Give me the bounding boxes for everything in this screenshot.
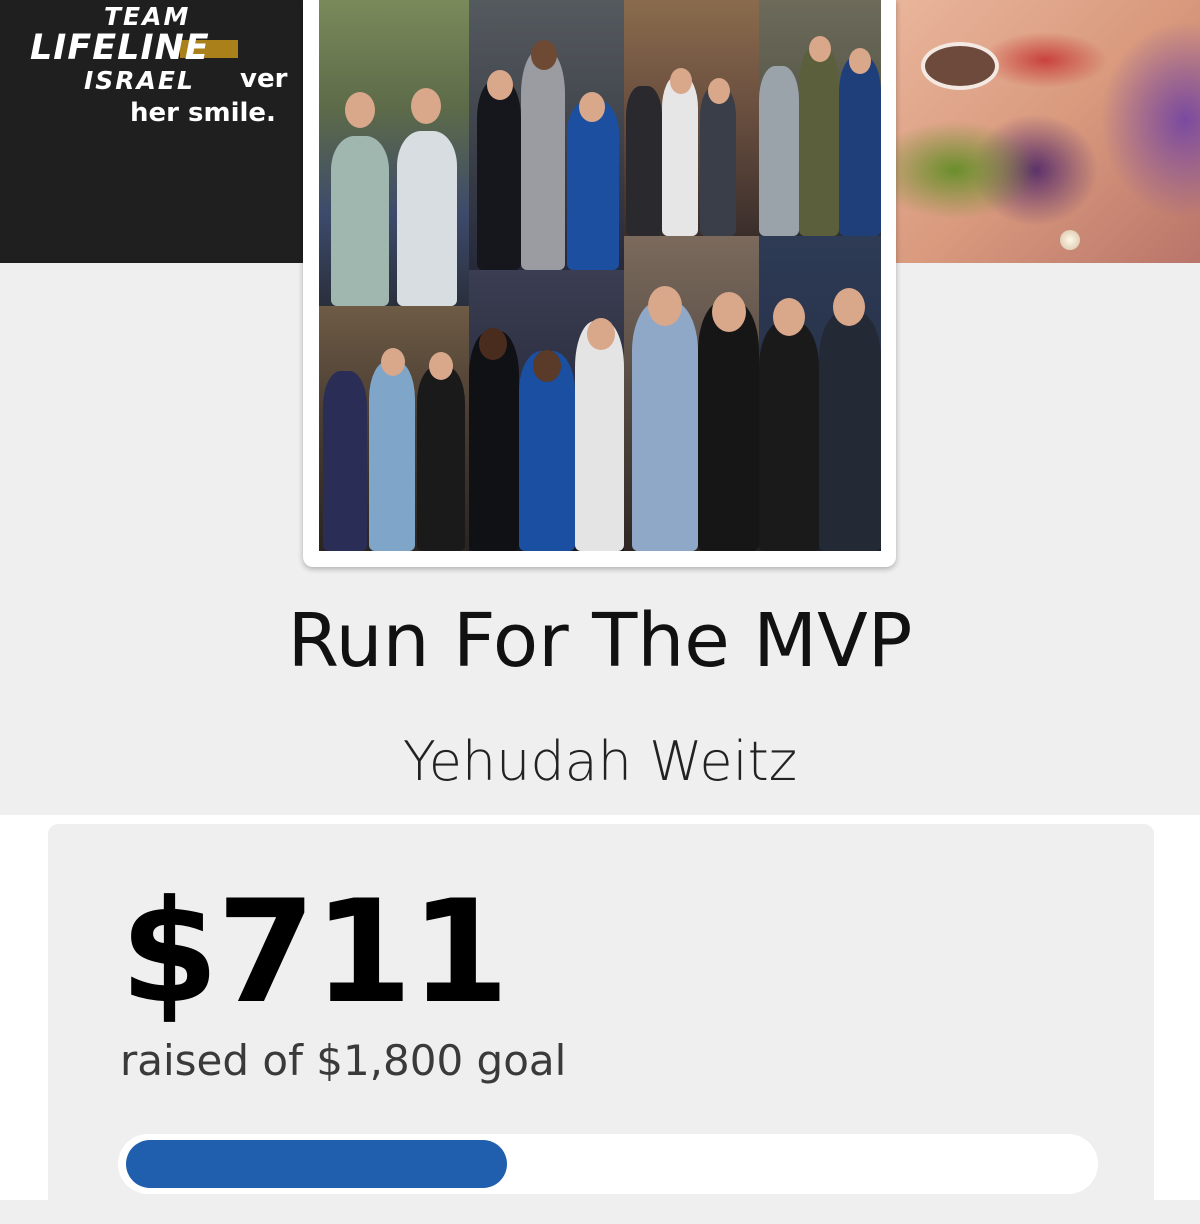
collage-photo	[469, 0, 624, 270]
raised-amount: $711	[120, 870, 509, 1035]
progress-bar-fill	[126, 1140, 507, 1188]
tagline-partial-text: ver	[240, 64, 288, 94]
face-earring	[1060, 230, 1080, 250]
profile-photo-card	[303, 0, 896, 567]
collage-photo	[319, 306, 469, 551]
goal-text: raised of $1,800 goal	[120, 1036, 567, 1085]
logo-team-text: TEAM	[104, 2, 191, 31]
profile-photo-collage	[319, 0, 881, 551]
logo-israel-text: ISRAEL	[84, 66, 195, 95]
fundraiser-owner-name[interactable]: Yehudah Weitz	[0, 730, 1200, 793]
collage-photo	[319, 0, 469, 306]
logo-lifeline-text: LIFELINE	[30, 28, 210, 68]
banner-tagline: her smile.	[130, 98, 276, 128]
team-lifeline-logo: TEAM LIFELINE ISRAEL ver her smile.	[0, 0, 303, 263]
collage-photo	[759, 0, 881, 236]
face-eye	[921, 42, 999, 90]
collage-photo	[469, 270, 624, 551]
face-paint-photo	[895, 0, 1200, 263]
progress-bar	[118, 1134, 1098, 1194]
collage-photo	[624, 0, 759, 236]
collage-photo	[624, 236, 759, 551]
collage-photo	[759, 236, 881, 551]
fundraising-stats-card: $711 raised of $1,800 goal	[48, 824, 1154, 1224]
campaign-title: Run For The MVP	[287, 598, 913, 684]
